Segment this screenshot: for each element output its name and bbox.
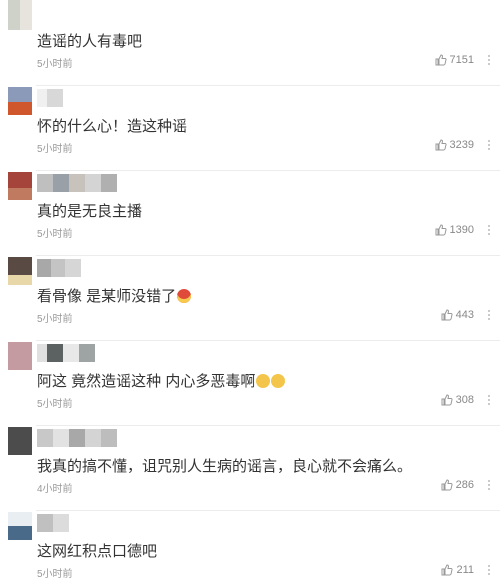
comment-time: 4小时前 [37,484,73,495]
avatar[interactable] [8,0,32,30]
thumbs-up-icon [435,54,447,66]
like-button[interactable]: 286 [441,479,474,491]
comment-text: 造谣的人有毒吧 [37,33,143,50]
comment-time: 5小时前 [37,59,73,70]
thumbs-up-icon [441,564,454,576]
more-options-icon[interactable] [484,565,494,577]
like-button[interactable]: 1390 [435,224,474,236]
comment-item: 看骨像 是某师没错了 5小时前 443 [0,255,500,341]
like-count: 211 [456,564,474,576]
more-options-icon[interactable] [484,140,494,152]
thumbs-up-icon [435,139,447,151]
avatar[interactable] [8,340,32,370]
comment-time: 5小时前 [37,314,73,325]
like-count: 308 [455,394,474,406]
comment-time: 5小时前 [37,569,73,580]
more-options-icon[interactable] [484,310,494,322]
like-count: 7151 [449,54,474,66]
avatar[interactable] [8,85,32,115]
laugh-emoji-icon [177,289,192,303]
like-button[interactable]: 443 [441,309,474,321]
more-options-icon[interactable] [484,55,494,67]
comment-item: 真的是无良主播 5小时前 1390 [0,170,500,256]
comment-item: 这网红积点口德吧 5小时前 211 [0,510,500,580]
comment-text: 我真的搞不懂，诅咒别人生病的谣言，良心就不会痛么。 [37,458,413,475]
like-button[interactable]: 211 [441,564,474,576]
avatar[interactable] [8,255,32,285]
like-count: 286 [455,479,474,491]
comment-item: 阿这 竟然造谣这种 内心多恶毒啊 5小时前 308 [0,340,500,426]
comment-time: 5小时前 [37,399,73,410]
comment-text: 真的是无良主播 [37,203,143,220]
more-options-icon[interactable] [484,395,494,407]
comment-text: 这网红积点口德吧 [37,543,158,560]
comment-time: 5小时前 [37,144,73,155]
more-options-icon[interactable] [484,225,494,237]
like-button[interactable]: 3239 [435,139,474,151]
comment-text: 怀的什么心！造这种谣 [37,118,188,135]
like-button[interactable]: 308 [441,394,474,406]
more-options-icon[interactable] [484,480,494,492]
comment-time: 5小时前 [37,229,73,240]
avatar[interactable] [8,510,32,540]
thumbs-up-icon [441,309,453,321]
like-count: 1390 [449,224,474,236]
comment-item: 怀的什么心！造这种谣 5小时前 3239 [0,85,500,171]
like-button[interactable]: 7151 [435,54,474,66]
thumbs-up-icon [441,394,453,406]
comment-list: 造谣的人有毒吧 5小时前 7151 怀的什么心！造这种谣 5小时前 3239 真… [0,0,500,580]
shocked-emoji-icon [271,374,286,388]
like-count: 443 [455,309,474,321]
like-count: 3239 [449,139,474,151]
comment-text: 看骨像 是某师没错了 [37,285,192,306]
comment-text: 阿这 竟然造谣这种 内心多恶毒啊 [37,370,286,391]
shocked-emoji-icon [256,374,271,388]
comment-item: 我真的搞不懂，诅咒别人生病的谣言，良心就不会痛么。 4小时前 286 [0,425,500,511]
thumbs-up-icon [435,224,447,236]
avatar[interactable] [8,170,32,200]
thumbs-up-icon [441,479,453,491]
comment-item: 造谣的人有毒吧 5小时前 7151 [0,0,500,86]
avatar[interactable] [8,425,32,455]
